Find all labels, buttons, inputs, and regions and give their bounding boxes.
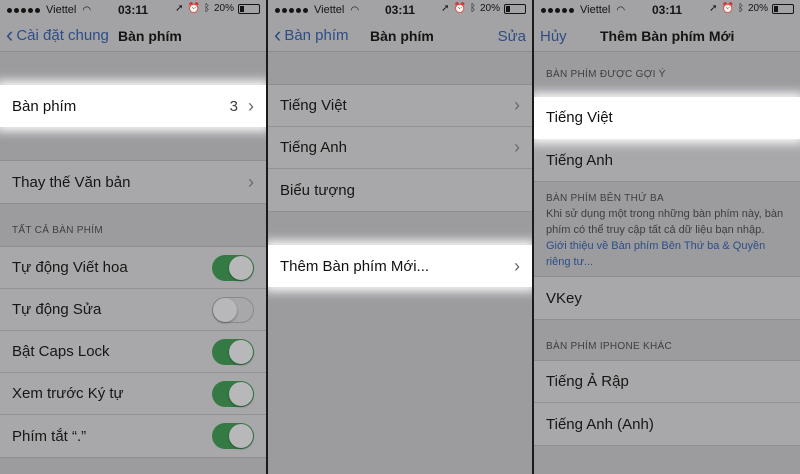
section-header: BÀN PHÍM ĐƯỢC GỢI Ý	[546, 69, 666, 80]
section-header: BÀN PHÍM BÊN THỨ BA	[546, 193, 664, 204]
chevron-right-icon: ›	[514, 137, 520, 157]
text-replacement-row[interactable]: Thay thế Văn bản ›	[0, 161, 266, 203]
toggle-row: Phím tắt “.”	[0, 415, 266, 457]
toggle-row: Bật Caps Lock	[0, 331, 266, 373]
keyboard-settings-screen: Viettel ◠ 03:11 ➚ ⏰ ᛒ 20% ‹ Cài đặt chun…	[0, 0, 266, 474]
page-title: Bàn phím	[370, 28, 434, 44]
nav-bar: ‹ Cài đặt chung Bàn phím	[0, 20, 266, 52]
section-header: BÀN PHÍM IPHONE KHÁC	[546, 341, 673, 352]
alarm-icon: ⏰	[453, 3, 466, 14]
row-label: VKey	[546, 289, 582, 307]
alarm-icon: ⏰	[187, 3, 200, 14]
location-icon: ➚	[175, 3, 184, 14]
chevron-right-icon: ›	[514, 255, 520, 276]
row-label: Tiếng Anh (Anh)	[546, 415, 654, 433]
page-title: Bàn phím	[118, 28, 182, 44]
battery-icon	[504, 3, 526, 14]
row-label: Tự động Sửa	[12, 301, 102, 318]
suggested-keyboards-section: Tiếng Việt Tiếng Anh	[534, 96, 800, 182]
auto-capitalization-toggle[interactable]	[212, 254, 254, 281]
back-button[interactable]: ‹ Bàn phím	[274, 22, 349, 47]
page-title: Thêm Bàn phím Mới	[600, 28, 735, 44]
back-button[interactable]: ‹ Cài đặt chung	[6, 22, 109, 47]
chevron-right-icon: ›	[514, 95, 520, 115]
row-label: Thêm Bàn phím Mới...	[280, 257, 430, 275]
back-label: Bàn phím	[284, 26, 349, 44]
row-label: Phím tắt “.”	[12, 427, 87, 445]
row-label: Thay thế Văn bản	[12, 173, 131, 191]
keyboard-row-english[interactable]: Tiếng Anh ›	[268, 127, 532, 169]
all-keyboards-section: Tự động Viết hoa Tự động Sửa Bật Caps Lo…	[0, 246, 266, 458]
edit-button[interactable]: Sửa	[498, 28, 526, 45]
battery-icon	[772, 3, 794, 14]
section-header: TẤT CẢ BÀN PHÍM	[12, 225, 103, 236]
battery-percent: 20%	[747, 3, 768, 14]
back-label: Cài đặt chung	[16, 26, 109, 44]
toggle-row: Xem trước Ký tự	[0, 373, 266, 415]
keyboards-list-screen: Viettel ◠ 03:11 ➚ ⏰ ᛒ 20% ‹ Bàn phím Bàn…	[268, 0, 532, 474]
keyboard-row-arabic[interactable]: Tiếng Ả Rập	[534, 361, 800, 403]
status-bar: Viettel ◠ 03:11 ➚ ⏰ ᛒ 20%	[268, 0, 532, 20]
keyboard-row-vkey[interactable]: VKey	[534, 277, 800, 319]
battery-percent: 20%	[213, 3, 234, 14]
other-keyboards-section: Tiếng Ả Rập Tiếng Anh (Anh)	[534, 360, 800, 446]
add-keyboard-section: Thêm Bàn phím Mới... ›	[268, 244, 532, 288]
add-new-keyboard-row[interactable]: Thêm Bàn phím Mới... ›	[268, 245, 532, 287]
location-icon: ➚	[441, 3, 450, 14]
period-shortcut-toggle[interactable]	[212, 423, 254, 449]
auto-correction-toggle[interactable]	[212, 296, 254, 323]
description-text: Khi sử dụng một trong những bàn phím này…	[546, 208, 784, 236]
cancel-button[interactable]: Hủy	[540, 28, 567, 45]
installed-keyboards-section: Tiếng Việt › Tiếng Anh › Biểu tượng	[268, 84, 532, 212]
alarm-icon: ⏰	[721, 3, 734, 14]
toggle-row: Tự động Viết hoa	[0, 247, 266, 289]
keyboard-row-vietnamese[interactable]: Tiếng Việt ›	[268, 85, 532, 127]
chevron-left-icon: ‹	[6, 22, 14, 47]
status-bar: Viettel ◠ 03:11 ➚ ⏰ ᛒ 20%	[0, 0, 266, 20]
add-keyboard-screen: Viettel ◠ 03:11 ➚ ⏰ ᛒ 20% Hủy Thêm Bàn p…	[534, 0, 800, 474]
keyboard-row-emoji[interactable]: Biểu tượng	[268, 169, 532, 211]
chevron-right-icon: ›	[248, 171, 254, 192]
location-icon: ➚	[709, 3, 718, 14]
row-label: Bàn phím	[12, 97, 77, 115]
keyboards-row[interactable]: Bàn phím 3 ›	[0, 85, 266, 127]
row-label: Tiếng Anh	[546, 151, 613, 169]
status-bar: Viettel ◠ 03:11 ➚ ⏰ ᛒ 20%	[534, 0, 800, 20]
caps-lock-toggle[interactable]	[212, 338, 254, 365]
bluetooth-icon: ᛒ	[203, 3, 210, 14]
battery-percent: 20%	[479, 3, 500, 14]
nav-bar: ‹ Bàn phím Bàn phím Sửa	[268, 20, 532, 52]
keyboard-row-english-uk[interactable]: Tiếng Anh (Anh)	[534, 403, 800, 445]
privacy-link[interactable]: Giới thiệu về Bàn phím Bên Thứ ba & Quyề…	[546, 240, 765, 268]
third-party-description: Khi sử dụng một trong những bàn phím này…	[534, 206, 800, 276]
row-label: Biểu tượng	[280, 181, 355, 199]
keyboard-count: 3	[229, 97, 238, 115]
row-label: Tự động Viết hoa	[12, 259, 128, 276]
toggle-row: Tự động Sửa	[0, 289, 266, 331]
row-label: Tiếng Việt	[280, 97, 347, 114]
character-preview-toggle[interactable]	[212, 380, 254, 407]
row-label: Tiếng Ả Rập	[546, 373, 629, 390]
bluetooth-icon: ᛒ	[737, 3, 744, 14]
row-label: Tiếng Anh	[280, 139, 347, 156]
third-party-keyboards-section: VKey	[534, 276, 800, 320]
row-label: Xem trước Ký tự	[12, 385, 124, 402]
row-label: Tiếng Việt	[546, 109, 613, 126]
row-label: Bật Caps Lock	[12, 343, 110, 360]
text-replacement-section: Thay thế Văn bản ›	[0, 160, 266, 204]
chevron-left-icon: ‹	[274, 22, 282, 47]
bluetooth-icon: ᛒ	[469, 3, 476, 14]
keyboards-section: Bàn phím 3 ›	[0, 84, 266, 128]
keyboard-row-vietnamese[interactable]: Tiếng Việt	[534, 97, 800, 139]
keyboard-row-english[interactable]: Tiếng Anh	[534, 139, 800, 181]
battery-icon	[238, 3, 260, 14]
nav-bar: Hủy Thêm Bàn phím Mới	[534, 20, 800, 52]
chevron-right-icon: ›	[248, 95, 254, 116]
